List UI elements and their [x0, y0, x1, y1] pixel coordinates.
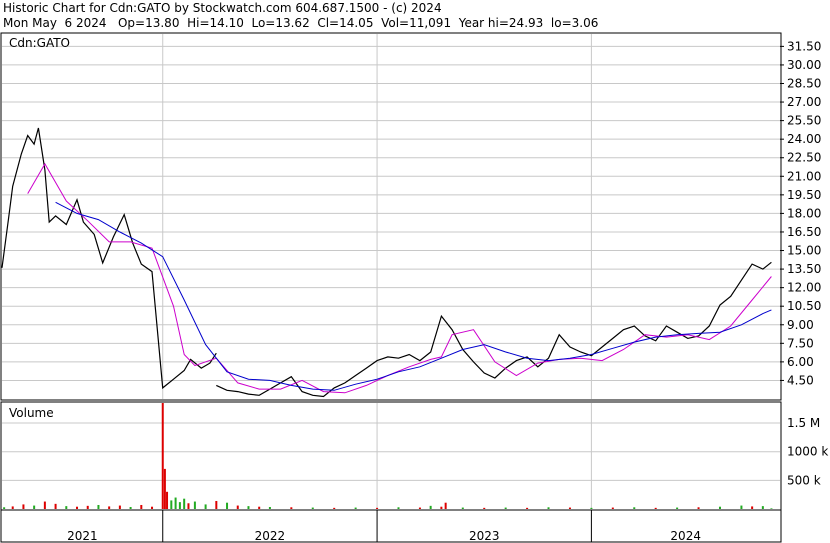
- volume-bar: [590, 507, 593, 509]
- volume-tick-label: 1.5 M: [787, 416, 820, 430]
- volume-bar: [183, 498, 186, 509]
- price-tick-label: 22.50: [787, 151, 821, 165]
- volume-bar: [333, 507, 336, 509]
- volume-bar: [247, 506, 250, 509]
- price-tick-label: 6.00: [787, 355, 814, 369]
- price-tick-label: 21.00: [787, 169, 821, 183]
- volume-bar: [215, 500, 218, 509]
- volume-bar: [376, 507, 379, 509]
- volume-bar: [268, 506, 271, 509]
- volume-tick-label: 1000 k: [787, 445, 828, 459]
- price-tick-label: 25.50: [787, 114, 821, 128]
- year-label: 2024: [670, 529, 701, 543]
- volume-bar: [54, 503, 57, 509]
- volume-bar: [170, 500, 173, 509]
- volume-axis-labels: 1.5 M 1000 k 500 k: [787, 416, 828, 487]
- volume-bar: [676, 507, 679, 509]
- volume-bar: [140, 504, 143, 509]
- volume-bar: [504, 507, 507, 509]
- volume-bar: [86, 505, 89, 509]
- volume-bar: [311, 507, 314, 509]
- volume-bar: [697, 507, 700, 509]
- price-tick-label: 30.00: [787, 58, 821, 72]
- price-tick-label: 10.50: [787, 299, 821, 313]
- volume-bar: [161, 403, 164, 509]
- volume-bar: [3, 507, 6, 509]
- price-tick-label: 28.50: [787, 76, 821, 90]
- volume-bar: [118, 505, 121, 509]
- year-label: 2023: [469, 529, 500, 543]
- price-tick-label: 31.50: [787, 39, 821, 53]
- volume-bar: [444, 502, 447, 509]
- volume-bar: [770, 508, 773, 509]
- volume-bar: [483, 507, 486, 509]
- volume-bar: [461, 507, 464, 509]
- volume-bar: [33, 505, 36, 509]
- volume-bar: [193, 501, 196, 509]
- volume-bar: [65, 506, 68, 509]
- price-tick-label: 13.50: [787, 262, 821, 276]
- price-tick-label: 9.00: [787, 318, 814, 332]
- price-tick-label: 12.00: [787, 281, 821, 295]
- volume-bar: [440, 506, 443, 509]
- volume-bar: [568, 507, 571, 509]
- volume-bar: [76, 506, 79, 509]
- volume-bar: [761, 506, 764, 509]
- volume-bar: [236, 505, 239, 509]
- volume-bar: [429, 505, 432, 509]
- price-panel-label: Cdn:GATO: [9, 36, 70, 50]
- price-panel-frame: [0, 32, 782, 401]
- volume-bar: [226, 502, 229, 509]
- volume-panel-frame: [0, 401, 782, 511]
- volume-bar: [43, 501, 46, 509]
- price-volume-chart: 31.50 30.00 28.50 27.00 25.50 24.00 22.50 21.00…: [0, 32, 828, 543]
- volume-bar: [740, 505, 743, 509]
- price-tick-label: 18.00: [787, 206, 821, 220]
- volume-bar: [654, 507, 657, 509]
- volume-bar: [258, 506, 261, 509]
- volume-bar: [204, 504, 207, 509]
- price-tick-label: 15.00: [787, 244, 821, 258]
- volume-bar: [418, 507, 421, 509]
- volume-bar: [397, 507, 400, 509]
- volume-bar: [718, 506, 721, 509]
- volume-bar: [129, 506, 132, 509]
- volume-bar: [108, 506, 111, 509]
- volume-tick-label: 500 k: [787, 473, 821, 487]
- price-tick-label: 7.50: [787, 336, 814, 350]
- volume-bar: [526, 507, 529, 509]
- volume-bar: [178, 502, 181, 509]
- volume-bar: [751, 506, 754, 509]
- price-tick-label: 27.00: [787, 95, 821, 109]
- volume-bar: [611, 507, 614, 509]
- volume-panel-label: Volume: [9, 406, 54, 420]
- volume-bar: [633, 507, 636, 509]
- price-tick-label: 4.50: [787, 373, 814, 387]
- time-axis-frame: [0, 509, 782, 543]
- volume-bar: [11, 506, 14, 509]
- year-label: 2021: [67, 529, 98, 543]
- volume-bar: [166, 491, 169, 509]
- price-tick-label: 24.00: [787, 132, 821, 146]
- volume-bar: [354, 507, 357, 509]
- volume-bar: [187, 503, 190, 509]
- volume-bar: [22, 504, 25, 509]
- volume-bar: [97, 504, 100, 509]
- price-tick-label: 16.50: [787, 225, 821, 239]
- volume-bar: [163, 468, 166, 509]
- volume-bar: [290, 507, 293, 509]
- volume-bar: [151, 506, 154, 509]
- price-axis-labels: 31.50 30.00 28.50 27.00 25.50 24.00 22.50 21.00…: [780, 39, 821, 387]
- year-label: 2022: [255, 529, 286, 543]
- volume-bar: [547, 507, 550, 509]
- volume-bar: [174, 497, 177, 509]
- price-tick-label: 19.50: [787, 188, 821, 202]
